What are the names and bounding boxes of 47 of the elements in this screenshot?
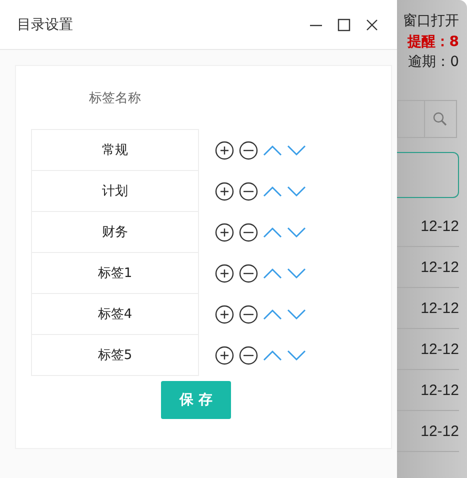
chevron-down-icon[interactable] [287, 186, 306, 197]
chevron-down-icon[interactable] [287, 350, 306, 361]
remove-circle-icon[interactable] [239, 140, 258, 160]
remove-circle-icon[interactable] [239, 223, 258, 242]
chevron-up-icon[interactable] [263, 186, 282, 197]
chevron-down-icon[interactable] [287, 309, 306, 320]
add-circle-icon[interactable] [215, 223, 234, 242]
date-text: 12-12 [397, 329, 459, 370]
close-icon[interactable] [365, 18, 379, 32]
chevron-up-icon[interactable] [263, 309, 282, 320]
date-text: 12-12 [397, 206, 459, 247]
chevron-down-icon[interactable] [287, 268, 306, 279]
chevron-up-icon[interactable] [263, 350, 282, 361]
chevron-up-icon[interactable] [263, 268, 282, 279]
tag-name-cell: 常规 [31, 129, 199, 171]
tag-name-cell: 标签5 [31, 335, 199, 376]
search-field[interactable] [397, 100, 424, 138]
tag-name-cell: 标签4 [31, 294, 199, 335]
column-header: 标签名称 [89, 90, 141, 106]
chevron-up-icon[interactable] [263, 227, 282, 238]
date-text: 12-12 [397, 288, 459, 329]
add-circle-icon[interactable] [215, 305, 234, 324]
date-text: 12-12 [397, 247, 459, 288]
maximize-icon[interactable] [337, 18, 351, 32]
window-open-text: 窗口打开 [403, 12, 459, 31]
date-text: 12-12 [397, 411, 459, 452]
tag-name-cell: 财务 [31, 212, 199, 253]
search-icon [433, 112, 448, 126]
add-circle-icon[interactable] [215, 182, 234, 201]
remove-circle-icon[interactable] [239, 182, 258, 201]
save-button[interactable]: 保 存 [161, 381, 231, 419]
date-text: 12-12 [397, 370, 459, 411]
add-circle-icon[interactable] [215, 264, 234, 283]
tag-name-cell: 计划 [31, 171, 199, 212]
search-button[interactable] [424, 100, 457, 138]
chevron-up-icon[interactable] [263, 144, 282, 156]
chevron-down-icon[interactable] [287, 144, 306, 156]
reminder-count: 提醒：8 [407, 33, 459, 52]
remove-circle-icon[interactable] [239, 264, 258, 283]
remove-circle-icon[interactable] [239, 346, 258, 365]
add-circle-icon[interactable] [215, 346, 234, 365]
tag-name-cell: 标签1 [31, 253, 199, 294]
window-title: 目录设置 [17, 16, 73, 34]
add-circle-icon[interactable] [215, 140, 234, 160]
remove-circle-icon[interactable] [239, 305, 258, 324]
overdue-count: 逾期：0 [408, 53, 459, 72]
chevron-down-icon[interactable] [287, 227, 306, 238]
